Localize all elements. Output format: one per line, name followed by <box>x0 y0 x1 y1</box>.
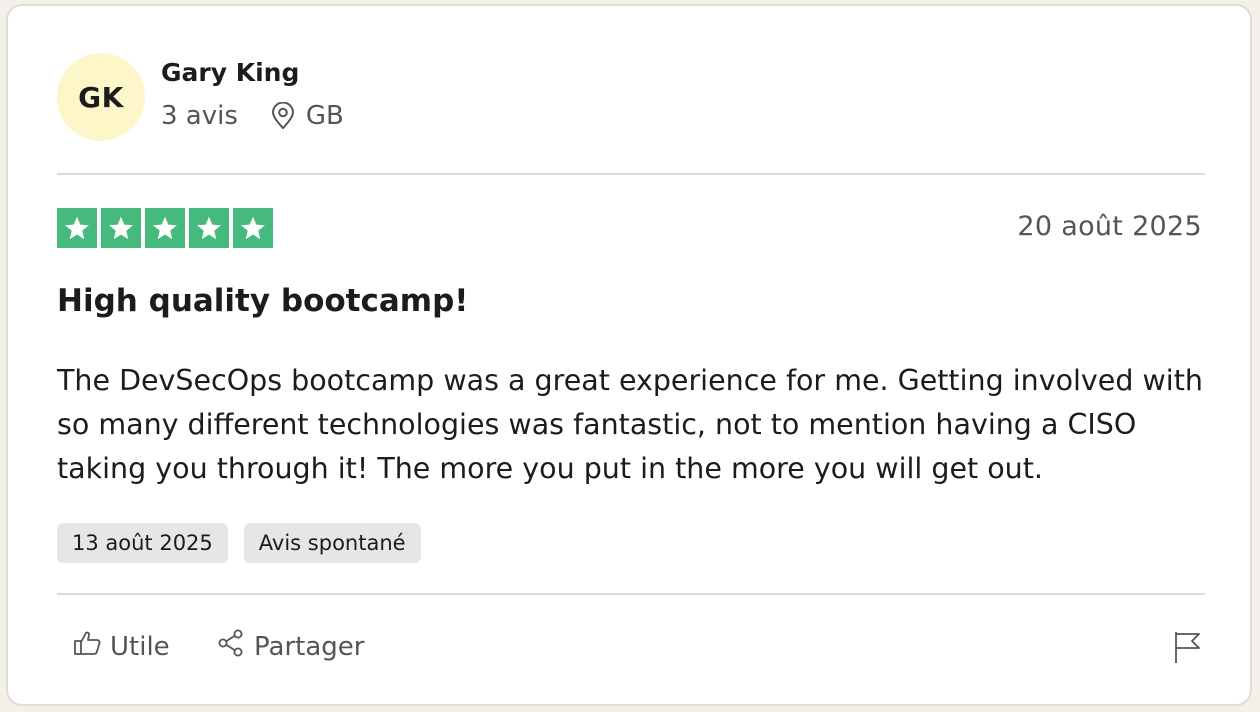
share-icon <box>216 628 246 665</box>
avatar-initials: GK <box>78 80 124 114</box>
share-button[interactable]: Partager <box>216 628 364 665</box>
review-body: The DevSecOps bootcamp was a great exper… <box>57 364 1203 485</box>
review-card: GK Gary King 3 avis GB 20 août 2025 High… <box>6 4 1252 706</box>
useful-button[interactable]: Utile <box>72 628 170 665</box>
review-title: High quality bootcamp! <box>57 283 469 319</box>
star-icon <box>189 208 229 248</box>
report-button[interactable] <box>1172 630 1202 668</box>
review-tags: 13 août 2025 Avis spontané <box>57 523 421 563</box>
reviewer-country: GB <box>305 101 344 131</box>
share-label: Partager <box>254 631 365 662</box>
reviewer-meta: 3 avis GB <box>161 101 344 131</box>
experience-date-badge: 13 août 2025 <box>57 523 228 563</box>
flag-icon <box>1172 632 1202 668</box>
review-type-badge: Avis spontané <box>243 523 421 563</box>
star-rating <box>57 208 273 248</box>
footer-divider <box>57 593 1205 595</box>
location-pin-icon <box>270 102 296 130</box>
review-date: 20 août 2025 <box>1017 211 1202 242</box>
avatar[interactable]: GK <box>57 53 145 141</box>
star-icon <box>233 208 273 248</box>
useful-label: Utile <box>110 631 170 662</box>
header-divider <box>57 173 1205 175</box>
review-count: 3 avis <box>161 101 238 131</box>
reviewer-name[interactable]: Gary King <box>161 58 299 87</box>
star-icon <box>101 208 141 248</box>
star-icon <box>57 208 97 248</box>
thumbs-up-icon <box>72 628 102 665</box>
star-icon <box>145 208 185 248</box>
